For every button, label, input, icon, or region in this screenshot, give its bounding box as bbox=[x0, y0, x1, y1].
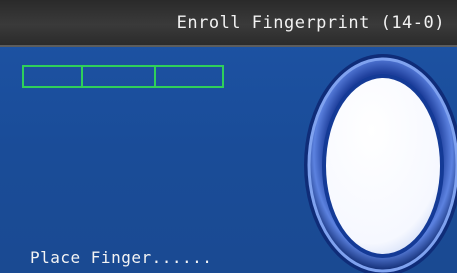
enroll-step-2 bbox=[81, 65, 156, 88]
enroll-progress-bar bbox=[22, 65, 224, 88]
title-bar: Enroll Fingerprint (14-0) bbox=[0, 0, 457, 47]
screen-title: Enroll Fingerprint (14-0) bbox=[176, 13, 445, 33]
fingerprint-scan-area-icon bbox=[300, 52, 457, 273]
sensor-glass bbox=[326, 78, 440, 254]
enroll-step-1 bbox=[22, 65, 83, 88]
enroll-step-3 bbox=[154, 65, 224, 88]
status-prompt: Place Finger...... bbox=[30, 248, 213, 267]
fingerprint-scan-area-graphic bbox=[304, 54, 457, 273]
enroll-fingerprint-screen: Enroll Fingerprint (14-0) Place Finger..… bbox=[0, 0, 457, 273]
